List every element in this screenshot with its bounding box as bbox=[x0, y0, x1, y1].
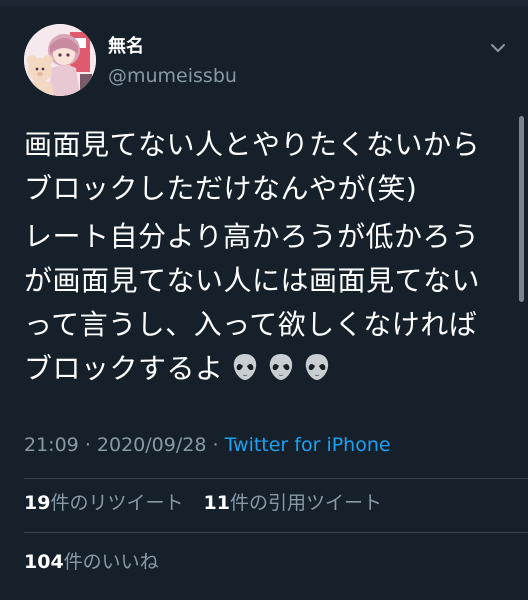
tweet-line: って言うし、入って欲しくなければ bbox=[24, 308, 478, 341]
engagement-stats: 19件のリツイート 11件の引用ツイート bbox=[24, 490, 382, 516]
alien-emoji-icon bbox=[233, 354, 256, 380]
like-label: 件のいいね bbox=[63, 551, 159, 573]
tweet-header: 無名 @mumeissbu bbox=[20, 22, 510, 102]
anime-avatar-icon bbox=[24, 24, 96, 96]
divider bbox=[24, 532, 528, 533]
tweet-line: ブロックするよ bbox=[24, 352, 224, 385]
meta-separator: · bbox=[212, 434, 219, 456]
likes-stat[interactable]: 104件のいいね bbox=[24, 551, 159, 573]
quotes-stat[interactable]: 11件の引用ツイート bbox=[204, 492, 382, 514]
quote-count: 11 bbox=[203, 492, 230, 514]
chevron-down-icon[interactable] bbox=[488, 38, 508, 58]
avatar[interactable] bbox=[24, 24, 96, 96]
user-handle[interactable]: @mumeissbu bbox=[108, 64, 237, 88]
scrollbar[interactable] bbox=[519, 116, 524, 302]
tweet-line: レート自分より高かろうが低かろう bbox=[24, 220, 480, 253]
retweets-stat[interactable]: 19件のリツイート bbox=[24, 492, 183, 514]
meta-separator: · bbox=[84, 434, 91, 456]
top-edge bbox=[0, 0, 528, 6]
retweet-label: 件のリツイート bbox=[50, 492, 184, 514]
tweet-line: が画面見てない人には画面見てない bbox=[24, 264, 481, 297]
alien-emoji-icon bbox=[269, 354, 292, 380]
tweet-paragraph: 画面見てない人とやりたくないから ブロックしただけなんやが(笑) bbox=[24, 123, 504, 211]
alien-emoji-icon bbox=[305, 354, 328, 380]
retweet-count: 19 bbox=[24, 492, 51, 514]
tweet-line: 画面見てない人とやりたくないから bbox=[24, 128, 481, 161]
emoji-group bbox=[230, 352, 332, 382]
tweet-time[interactable]: 21:09 bbox=[24, 434, 79, 456]
tweet-line: ブロックしただけなんやが(笑) bbox=[24, 172, 418, 205]
tweet-source-link[interactable]: Twitter for iPhone bbox=[225, 434, 391, 456]
tweet-text: 画面見てない人とやりたくないから ブロックしただけなんやが(笑) レート自分より… bbox=[24, 123, 504, 391]
like-count: 104 bbox=[24, 551, 64, 573]
tweet-date[interactable]: 2020/09/28 bbox=[97, 434, 207, 456]
likes-stats: 104件のいいね bbox=[24, 549, 159, 575]
tweet-paragraph: レート自分より高かろうが低かろう が画面見てない人には画面見てない って言うし、… bbox=[24, 215, 504, 391]
display-name[interactable]: 無名 bbox=[108, 36, 144, 58]
divider bbox=[24, 478, 528, 479]
tweet-meta: 21:09 · 2020/09/28 · Twitter for iPhone bbox=[24, 432, 391, 458]
quote-label: 件の引用ツイート bbox=[229, 492, 382, 514]
tweet-detail-view: 無名 @mumeissbu 画面見てない人とやりたくないから ブロックしただけな… bbox=[0, 0, 528, 600]
